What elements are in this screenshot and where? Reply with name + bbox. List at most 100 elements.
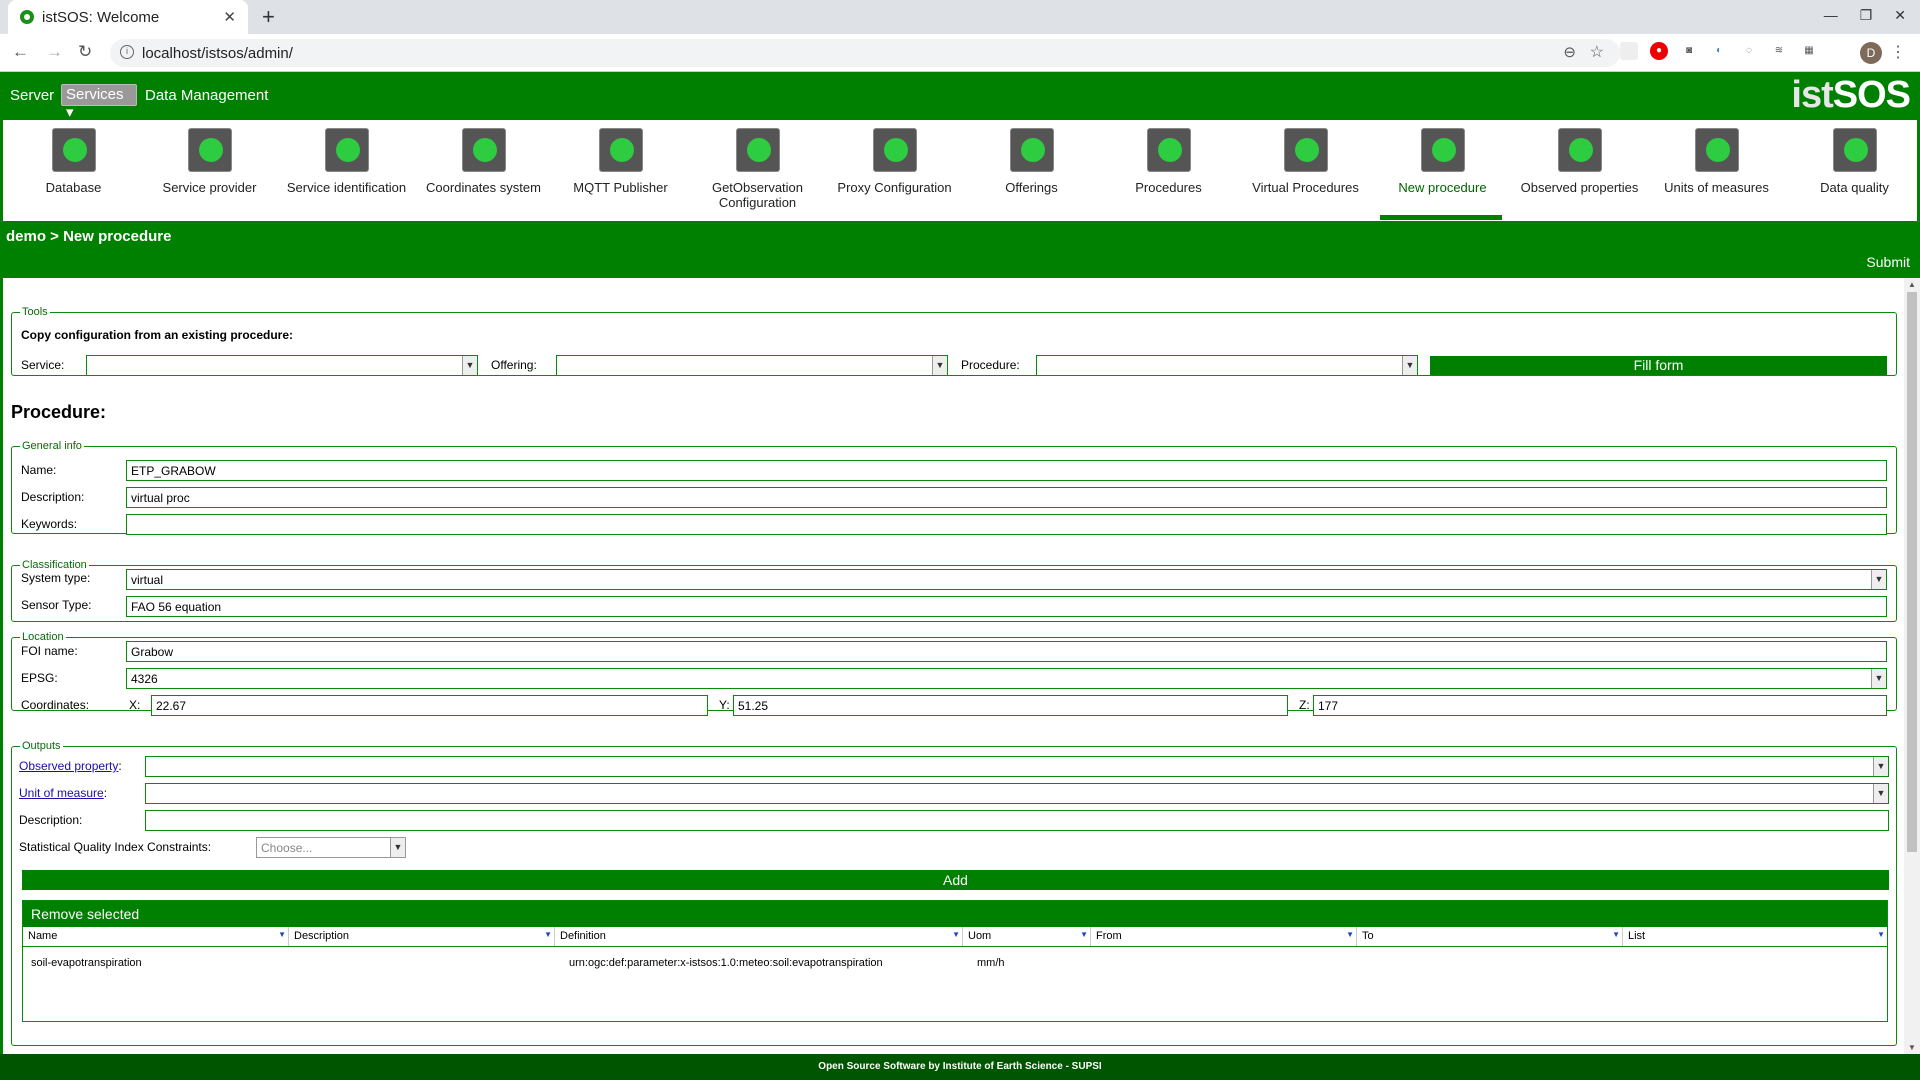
reload-icon[interactable]: ↻ bbox=[78, 42, 92, 62]
chevron-down-icon[interactable]: ▼ bbox=[932, 356, 947, 375]
outputs-legend: Outputs bbox=[22, 740, 61, 752]
toolbar-item-units-of-measures[interactable]: Units of measures bbox=[1648, 128, 1785, 195]
toolbar-item-observed-properties[interactable]: Observed properties bbox=[1511, 128, 1648, 195]
forward-icon[interactable]: → bbox=[46, 42, 63, 62]
scrollbar-thumb[interactable] bbox=[1907, 292, 1917, 852]
y-coordinate-input[interactable]: 51.25 bbox=[733, 695, 1288, 716]
column-header-from[interactable]: From ▼ bbox=[1091, 927, 1357, 946]
profile-avatar[interactable]: D bbox=[1860, 42, 1882, 64]
toolbar-item-label: Procedures bbox=[1135, 180, 1202, 195]
new-tab-icon[interactable]: + bbox=[262, 4, 275, 30]
menu-server[interactable]: Server bbox=[10, 87, 54, 104]
column-header-definition[interactable]: Definition ▼ bbox=[555, 927, 963, 946]
toolbar-item-label: Data quality bbox=[1820, 180, 1889, 195]
description-input[interactable]: virtual proc bbox=[126, 487, 1887, 508]
chevron-down-icon[interactable]: ▼ bbox=[1871, 570, 1886, 589]
remove-selected-button[interactable]: Remove selected bbox=[23, 901, 1887, 927]
service-select[interactable]: ▼ bbox=[86, 355, 478, 376]
sensor-type-input[interactable]: FAO 56 equation bbox=[126, 596, 1887, 617]
breadcrumb: demo > New procedure bbox=[6, 228, 172, 245]
toolbar-item-data-quality[interactable]: Data quality bbox=[1786, 128, 1920, 195]
address-bar: ← → ↻ i localhost/istsos/admin/ ⊖ ☆ ● ◙ … bbox=[0, 34, 1920, 72]
column-header-name[interactable]: Name ▼ bbox=[23, 927, 289, 946]
unit-of-measure-link[interactable]: Unit of measure bbox=[19, 786, 104, 800]
chevron-down-icon[interactable]: ▼ bbox=[462, 356, 477, 375]
chevron-down-icon[interactable]: ▼ bbox=[390, 838, 405, 857]
menu-data-management[interactable]: Data Management bbox=[145, 87, 268, 104]
toolbar-item-proxy-configuration[interactable]: Proxy Configuration bbox=[826, 128, 963, 195]
observed-property-link[interactable]: Observed property bbox=[19, 759, 118, 773]
adblock-icon[interactable]: ● bbox=[1650, 42, 1668, 60]
foi-name-input[interactable]: Grabow bbox=[126, 641, 1887, 662]
z-label: Z: bbox=[1299, 698, 1310, 712]
extension-icon[interactable] bbox=[1620, 42, 1638, 60]
column-header-uom[interactable]: Uom ▼ bbox=[963, 927, 1091, 946]
toolbar-item-service-identification[interactable]: Service identification bbox=[278, 128, 415, 195]
gitzip-icon[interactable]: ▦ bbox=[1800, 42, 1818, 60]
toolbar-item-virtual-procedures[interactable]: Virtual Procedures bbox=[1237, 128, 1374, 195]
toolbar-item-coordinates-system[interactable]: Coordinates system bbox=[415, 128, 552, 195]
epsg-select[interactable]: 4326 ▼ bbox=[126, 668, 1887, 689]
location-legend: Location bbox=[22, 631, 64, 643]
camera-icon[interactable]: ◙ bbox=[1680, 42, 1698, 60]
url-field[interactable]: i localhost/istsos/admin/ ⊖ ☆ bbox=[110, 39, 1620, 67]
footer: Open Source Software by Institute of Ear… bbox=[0, 1054, 1920, 1080]
circle-extension-icon[interactable]: ◌ bbox=[1740, 42, 1758, 60]
add-output-button[interactable]: Add bbox=[22, 870, 1889, 890]
offering-select[interactable]: ▼ bbox=[556, 355, 948, 376]
z-coordinate-input[interactable]: 177 bbox=[1313, 695, 1887, 716]
window-controls: — ❐ ✕ bbox=[1824, 7, 1906, 24]
fill-form-button[interactable]: Fill form bbox=[1430, 356, 1887, 375]
toolbar-item-new-procedure[interactable]: New procedure bbox=[1374, 128, 1511, 195]
scroll-up-icon[interactable]: ▲ bbox=[1908, 280, 1916, 289]
tools-legend: Tools bbox=[22, 306, 48, 318]
toolbar-item-offerings[interactable]: Offerings bbox=[963, 128, 1100, 195]
column-header-description[interactable]: Description ▼ bbox=[289, 927, 555, 946]
toolbar-item-procedures[interactable]: Procedures bbox=[1100, 128, 1237, 195]
chevron-down-icon[interactable]: ▼ bbox=[1402, 356, 1417, 375]
browser-menu-icon[interactable]: ⋮ bbox=[1890, 42, 1906, 62]
x-coordinate-input[interactable]: 22.67 bbox=[151, 695, 708, 716]
zoom-icon[interactable]: ⊖ bbox=[1563, 43, 1576, 61]
close-window-icon[interactable]: ✕ bbox=[1894, 7, 1906, 24]
app-top-nav: Server Services ▾ Data Management istSOS bbox=[0, 72, 1920, 121]
signal-extension-icon[interactable]: ≋ bbox=[1770, 42, 1788, 60]
output-description-input[interactable] bbox=[145, 810, 1889, 831]
submit-button[interactable]: Submit bbox=[1866, 254, 1910, 270]
keywords-input[interactable] bbox=[126, 514, 1887, 535]
info-icon[interactable]: i bbox=[120, 45, 134, 59]
procedure-select[interactable]: ▼ bbox=[1036, 355, 1418, 376]
close-tab-icon[interactable]: ✕ bbox=[223, 8, 236, 26]
chevron-down-icon[interactable]: ▼ bbox=[1873, 784, 1888, 803]
toolbar-item-label: New procedure bbox=[1398, 180, 1487, 195]
sensor-type-label: Sensor Type: bbox=[21, 598, 92, 612]
minimize-icon[interactable]: — bbox=[1824, 7, 1838, 24]
back-icon[interactable]: ← bbox=[12, 42, 29, 62]
service-provider-icon bbox=[187, 128, 232, 172]
column-header-to[interactable]: To ▼ bbox=[1357, 927, 1623, 946]
toolbar-item-database[interactable]: Database bbox=[5, 128, 142, 195]
grid-header: Name ▼ Description ▼ Definition ▼ Uom ▼ From… bbox=[23, 927, 1887, 947]
unit-of-measure-select[interactable]: ▼ bbox=[145, 783, 1889, 804]
observed-property-select[interactable]: ▼ bbox=[145, 756, 1889, 777]
name-input[interactable]: ETP_GRABOW bbox=[126, 460, 1887, 481]
toolbar-item-getobservation-configuration[interactable]: GetObservation Configuration bbox=[689, 128, 826, 210]
column-header-list[interactable]: List ▼ bbox=[1623, 927, 1887, 946]
shield-extension-icon[interactable]: ◐ bbox=[1710, 42, 1728, 60]
toolbar-item-mqtt-publisher[interactable]: MQTT Publisher bbox=[552, 128, 689, 195]
content-scrollbar[interactable]: ▲ ▼ bbox=[1904, 278, 1920, 1054]
chevron-down-icon[interactable]: ▼ bbox=[1871, 669, 1886, 688]
chevron-down-icon: ▼ bbox=[1080, 930, 1088, 939]
bookmark-star-icon[interactable]: ☆ bbox=[1590, 42, 1604, 62]
toolbar-item-service-provider[interactable]: Service provider bbox=[141, 128, 278, 195]
system-type-select[interactable]: virtual ▼ bbox=[126, 569, 1887, 590]
general-info-legend: General info bbox=[22, 440, 82, 452]
menu-services[interactable]: Services ▾ bbox=[61, 84, 137, 121]
scroll-down-icon[interactable]: ▼ bbox=[1908, 1043, 1916, 1052]
restore-icon[interactable]: ❐ bbox=[1860, 7, 1873, 24]
name-label: Name: bbox=[21, 463, 57, 477]
browser-tab[interactable]: istSOS: Welcome ✕ bbox=[8, 0, 248, 34]
sqi-select[interactable]: Choose... ▼ bbox=[256, 837, 406, 858]
toolbar-item-label: Service provider bbox=[162, 180, 257, 195]
chevron-down-icon[interactable]: ▼ bbox=[1873, 757, 1888, 776]
